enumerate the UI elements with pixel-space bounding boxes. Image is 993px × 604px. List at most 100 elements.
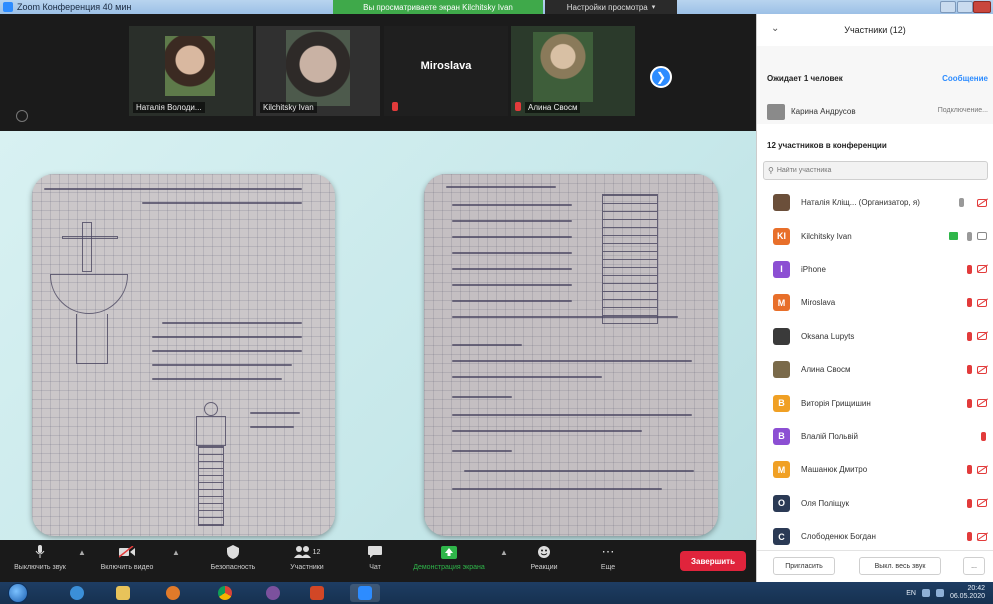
video-off-icon[interactable] <box>977 365 987 374</box>
participants-icon: 12 <box>293 543 320 561</box>
participant-video <box>165 36 215 96</box>
clock[interactable]: 20:42 06.05.2020 <box>950 585 985 601</box>
participants-label: Участники <box>290 564 324 571</box>
participant-name: Виторія Грищишин <box>801 398 871 408</box>
avatar: С <box>773 528 790 546</box>
video-off-icon[interactable] <box>977 465 987 474</box>
chevron-down-icon[interactable]: ⌄ <box>771 23 779 34</box>
video-off-icon[interactable] <box>977 332 987 341</box>
minimize-button[interactable] <box>940 1 956 13</box>
muted-mic-icon[interactable] <box>967 365 972 375</box>
list-item[interactable]: M Miroslava <box>757 286 993 319</box>
microphone-icon[interactable] <box>967 231 972 241</box>
chrome-icon[interactable] <box>210 584 240 602</box>
mute-all-button[interactable]: Выкл. весь звук <box>859 557 941 575</box>
powerpoint-icon[interactable] <box>302 584 332 602</box>
list-item[interactable]: KI Kilchitsky Ivan <box>757 219 993 252</box>
participant-video <box>286 30 350 106</box>
panel-title: Участники (12) <box>844 25 906 35</box>
video-button[interactable]: Включить видео <box>96 543 158 579</box>
view-options-button[interactable]: Настройки просмотра ▾ <box>545 0 677 14</box>
video-off-icon[interactable] <box>977 499 987 508</box>
participant-name: iPhone <box>801 264 826 274</box>
muted-mic-icon[interactable] <box>967 264 972 274</box>
list-item[interactable]: В Виторія Грищишин <box>757 386 993 419</box>
video-off-icon[interactable] <box>977 298 987 307</box>
list-item[interactable]: О Оля Поліщук <box>757 487 993 520</box>
search-field[interactable]: ⚲ <box>763 161 988 180</box>
muted-mic-icon[interactable] <box>967 465 972 475</box>
close-button[interactable] <box>973 1 991 13</box>
chevron-up-icon[interactable]: ▲ <box>500 548 508 557</box>
video-tile[interactable]: Наталія Володи... <box>129 26 253 116</box>
more-label: Еще <box>600 564 616 571</box>
microphone-icon[interactable] <box>959 198 964 208</box>
mute-button[interactable]: Выключить звук <box>14 543 66 579</box>
chevron-up-icon[interactable]: ▲ <box>78 548 86 557</box>
chat-icon <box>368 543 382 561</box>
system-tray: EN 20:42 06.05.2020 <box>906 585 985 601</box>
video-off-icon[interactable] <box>977 399 987 408</box>
video-icon[interactable] <box>977 232 987 241</box>
more-button[interactable]: ⋯ Еще <box>592 543 624 579</box>
zoom-taskbar-icon[interactable] <box>350 584 380 602</box>
more-dots-icon: ⋯ <box>601 544 615 559</box>
reactions-button[interactable]: Реакции <box>522 543 566 579</box>
share-screen-button[interactable]: Демонстрация экрана <box>412 543 486 579</box>
chevron-down-icon: ▾ <box>651 4 656 11</box>
tile-name: Kilchitsky Ivan <box>260 102 317 113</box>
video-strip: Наталія Володи... Kilchitsky Ivan Mirosl… <box>0 14 756 131</box>
video-tile[interactable]: Miroslava <box>384 26 508 116</box>
list-item[interactable]: С Слободенюк Богдан <box>757 520 993 553</box>
maximize-button[interactable] <box>957 1 973 13</box>
hide-video-icon[interactable] <box>16 110 28 122</box>
video-tile[interactable]: Kilchitsky Ivan <box>256 26 380 116</box>
muted-mic-icon[interactable] <box>967 498 972 508</box>
list-item[interactable]: Oksana Lupyts <box>757 320 993 353</box>
list-item[interactable]: М Машанюк Дмитро <box>757 453 993 486</box>
security-button[interactable]: Безопасность <box>206 543 260 579</box>
video-camera-icon <box>119 543 135 561</box>
participants-button[interactable]: 12 Участники <box>284 543 330 579</box>
list-item[interactable]: Наталія Кліщ... (Организатор, я) <box>757 186 993 219</box>
chevron-up-icon[interactable]: ▲ <box>172 548 180 557</box>
more-options-button[interactable]: ... <box>963 557 985 575</box>
search-icon: ⚲ <box>768 166 774 175</box>
list-item[interactable]: I iPhone <box>757 253 993 286</box>
language-indicator[interactable]: EN <box>906 590 916 597</box>
share-screen-label: Демонстрация экрана <box>413 564 485 571</box>
volume-icon[interactable] <box>935 589 944 597</box>
search-input[interactable] <box>776 167 967 174</box>
chat-button[interactable]: Чат <box>360 543 390 579</box>
invite-button[interactable]: Пригласить <box>773 557 835 575</box>
chevron-right-icon[interactable]: ❯ <box>650 66 672 88</box>
video-tile[interactable]: Алина Свосм <box>511 26 635 116</box>
viber-icon[interactable] <box>258 584 288 602</box>
muted-mic-icon[interactable] <box>967 398 972 408</box>
video-off-icon[interactable] <box>977 265 987 274</box>
muted-mic-icon <box>392 102 398 111</box>
participants-panel: ⌄ Участники (12) Ожидает 1 человек Сообщ… <box>756 14 993 582</box>
list-item[interactable]: Алина Свосм <box>757 353 993 386</box>
end-meeting-button[interactable]: Завершить <box>680 551 746 571</box>
internet-explorer-icon[interactable] <box>62 584 92 602</box>
message-button[interactable]: Сообщение <box>942 74 988 83</box>
muted-mic-icon[interactable] <box>967 331 972 341</box>
network-icon[interactable] <box>921 589 930 597</box>
notebook-page-left <box>32 174 335 536</box>
avatar: М <box>773 461 790 479</box>
muted-mic-icon[interactable] <box>967 532 972 542</box>
avatar: I <box>773 260 790 278</box>
start-button[interactable] <box>8 583 28 603</box>
share-screen-icon <box>441 543 457 561</box>
participant-video <box>533 32 593 102</box>
muted-mic-icon[interactable] <box>981 431 986 441</box>
avatar: KI <box>773 227 790 245</box>
video-off-icon[interactable] <box>977 532 987 541</box>
file-explorer-icon[interactable] <box>108 584 138 602</box>
list-item[interactable]: В Влалій Польвій <box>757 420 993 453</box>
video-off-icon[interactable] <box>977 198 987 207</box>
tile-name: Miroslava <box>420 60 472 72</box>
muted-mic-icon[interactable] <box>967 298 972 308</box>
media-player-icon[interactable] <box>158 584 188 602</box>
